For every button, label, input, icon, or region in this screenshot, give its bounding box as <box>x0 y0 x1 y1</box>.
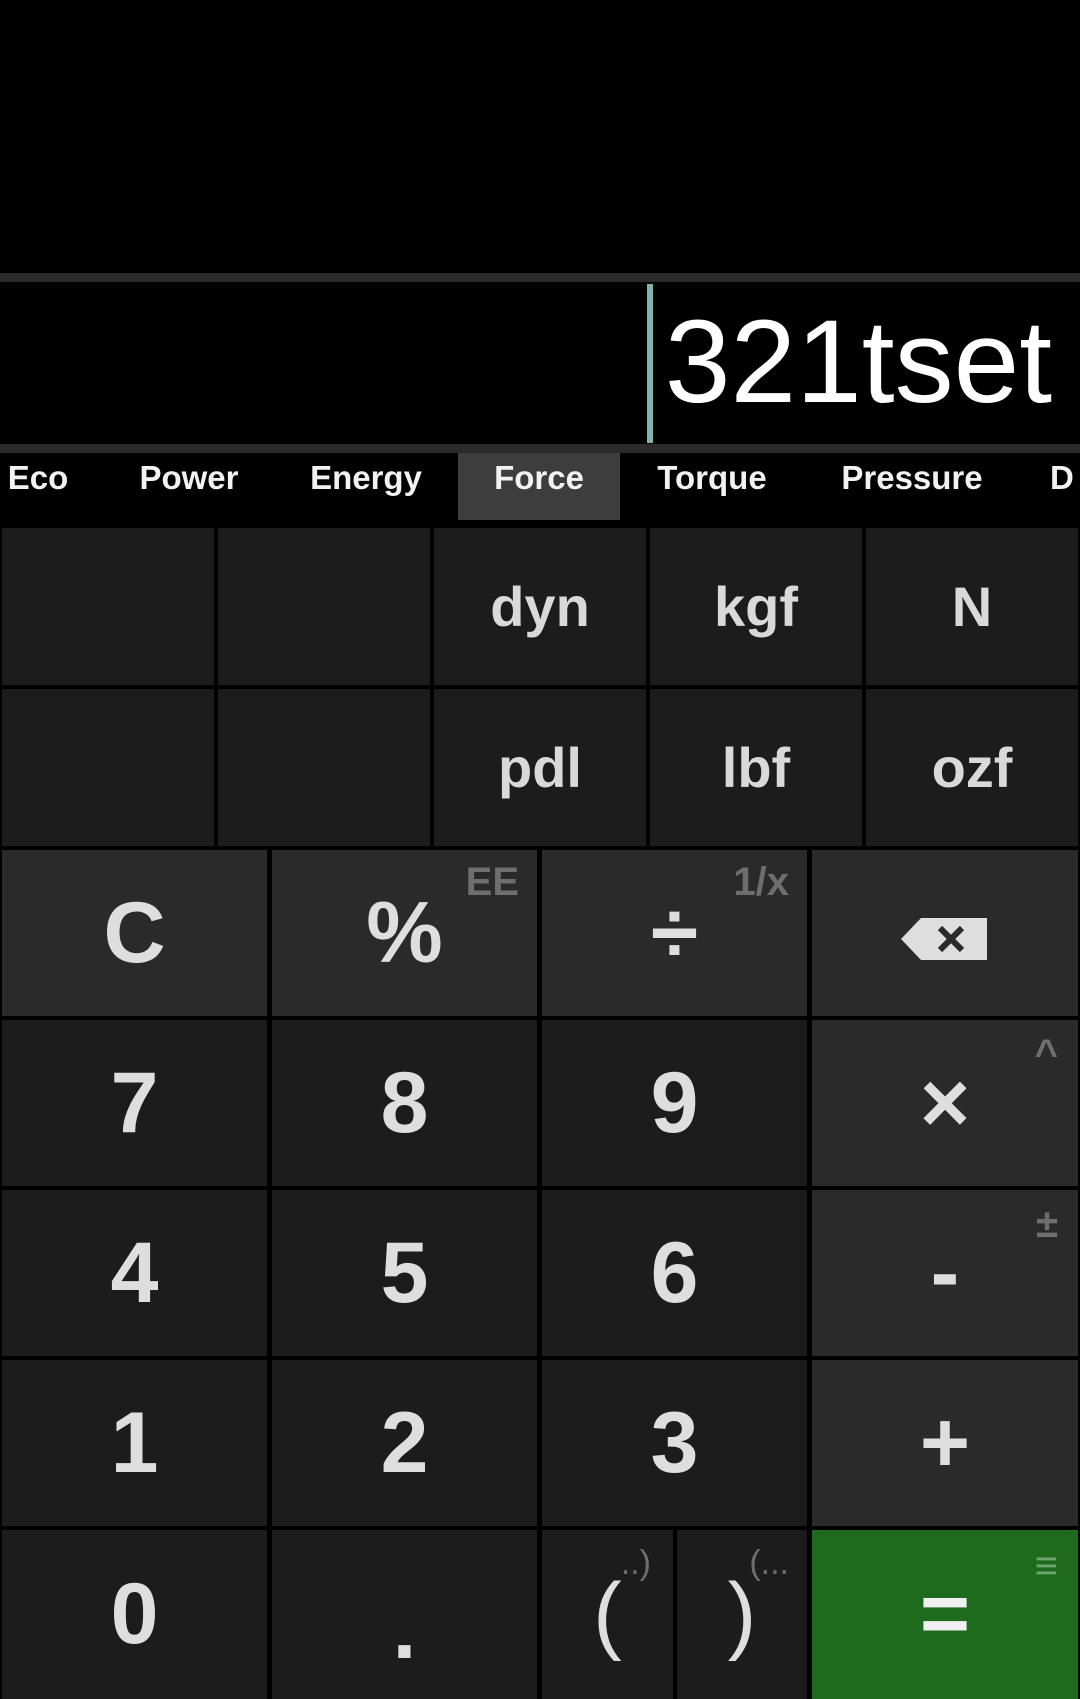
unit-grid: dyn kgf N pdl lbf ozf <box>0 526 1080 848</box>
menu-icon: ≡ <box>1034 1544 1058 1588</box>
open-paren-label: ( <box>593 1566 622 1662</box>
unit-n-button[interactable]: N <box>866 528 1078 685</box>
display-divider-bottom <box>0 444 1080 453</box>
digit-8-label: 8 <box>380 1054 429 1151</box>
digit-2-label: 2 <box>380 1394 429 1491</box>
digit-7-label: 7 <box>110 1054 159 1151</box>
unit-kgf-button[interactable]: kgf <box>650 528 862 685</box>
digit-3-button[interactable]: 3 <box>542 1360 807 1526</box>
digit-1-button[interactable]: 1 <box>2 1360 267 1526</box>
divide-button[interactable]: ÷ 1/x <box>542 850 807 1016</box>
unit-lbf-button[interactable]: lbf <box>650 689 862 846</box>
divide-label: ÷ <box>650 884 699 981</box>
digit-0-button[interactable]: 0 <box>2 1530 267 1699</box>
minus-button[interactable]: - ± <box>812 1190 1078 1356</box>
plus-label: + <box>919 1394 971 1491</box>
unit-dyn-button[interactable]: dyn <box>434 528 646 685</box>
multiply-button[interactable]: × ^ <box>812 1020 1078 1186</box>
digit-8-button[interactable]: 8 <box>272 1020 537 1186</box>
backspace-button[interactable] <box>812 850 1078 1016</box>
digit-1-label: 1 <box>110 1394 159 1491</box>
power-label: ^ <box>1034 1032 1058 1076</box>
ee-label: EE <box>465 860 519 904</box>
unit-ozf-button[interactable]: ozf <box>866 689 1078 846</box>
tab-pressure[interactable]: Pressure <box>826 453 998 520</box>
close-paren-button[interactable]: ) (... <box>677 1530 807 1699</box>
unit-category-tabs: Eco Power Energy Force Torque Pressure D <box>0 453 1080 520</box>
digit-6-button[interactable]: 6 <box>542 1190 807 1356</box>
digit-9-label: 9 <box>650 1054 699 1151</box>
equals-label: = <box>919 1566 971 1662</box>
percent-button[interactable]: % EE <box>272 850 537 1016</box>
digit-7-button[interactable]: 7 <box>2 1020 267 1186</box>
expression-text: 321tset <box>664 296 1052 428</box>
backspace-icon <box>901 884 989 983</box>
history-area <box>0 0 1080 273</box>
digit-6-label: 6 <box>650 1224 699 1321</box>
unit-empty-4 <box>218 689 430 846</box>
expression-display[interactable]: 321tset <box>0 282 1080 444</box>
tab-power[interactable]: Power <box>120 453 258 520</box>
plus-minus-label: ± <box>1036 1202 1058 1246</box>
unit-empty-2 <box>218 528 430 685</box>
tab-energy[interactable]: Energy <box>296 453 436 520</box>
decimal-point-button[interactable]: . <box>272 1530 537 1699</box>
digit-4-label: 4 <box>110 1224 159 1321</box>
multiply-label: × <box>919 1054 971 1151</box>
equals-button[interactable]: = ≡ <box>812 1530 1078 1699</box>
unit-pdl-button[interactable]: pdl <box>434 689 646 846</box>
unit-empty-1 <box>2 528 214 685</box>
tab-force[interactable]: Force <box>458 453 620 520</box>
reciprocal-label: 1/x <box>733 860 789 904</box>
plus-button[interactable]: + <box>812 1360 1078 1526</box>
text-cursor <box>647 284 653 443</box>
tab-eco[interactable]: Eco <box>0 453 76 520</box>
digit-9-button[interactable]: 9 <box>542 1020 807 1186</box>
open-paren-hint-label: (... <box>749 1544 789 1582</box>
keypad: C % EE ÷ 1/x 7 8 9 × ^ 4 5 6 - ± 1 2 3 +… <box>0 848 1080 1699</box>
tab-torque[interactable]: Torque <box>640 453 784 520</box>
percent-label: % <box>366 884 443 981</box>
digit-3-label: 3 <box>650 1394 699 1491</box>
tab-partial[interactable]: D <box>1050 453 1080 520</box>
clear-label: C <box>103 884 166 981</box>
close-paren-hint-label: ..) <box>620 1544 651 1582</box>
digit-5-label: 5 <box>380 1224 429 1321</box>
display-divider-top <box>0 273 1080 282</box>
digit-0-label: 0 <box>110 1566 159 1662</box>
open-paren-button[interactable]: ( ..) <box>542 1530 673 1699</box>
unit-empty-3 <box>2 689 214 846</box>
digit-4-button[interactable]: 4 <box>2 1190 267 1356</box>
decimal-point-label: . <box>392 1581 417 1677</box>
minus-label: - <box>930 1224 960 1321</box>
digit-5-button[interactable]: 5 <box>272 1190 537 1356</box>
clear-button[interactable]: C <box>2 850 267 1016</box>
digit-2-button[interactable]: 2 <box>272 1360 537 1526</box>
